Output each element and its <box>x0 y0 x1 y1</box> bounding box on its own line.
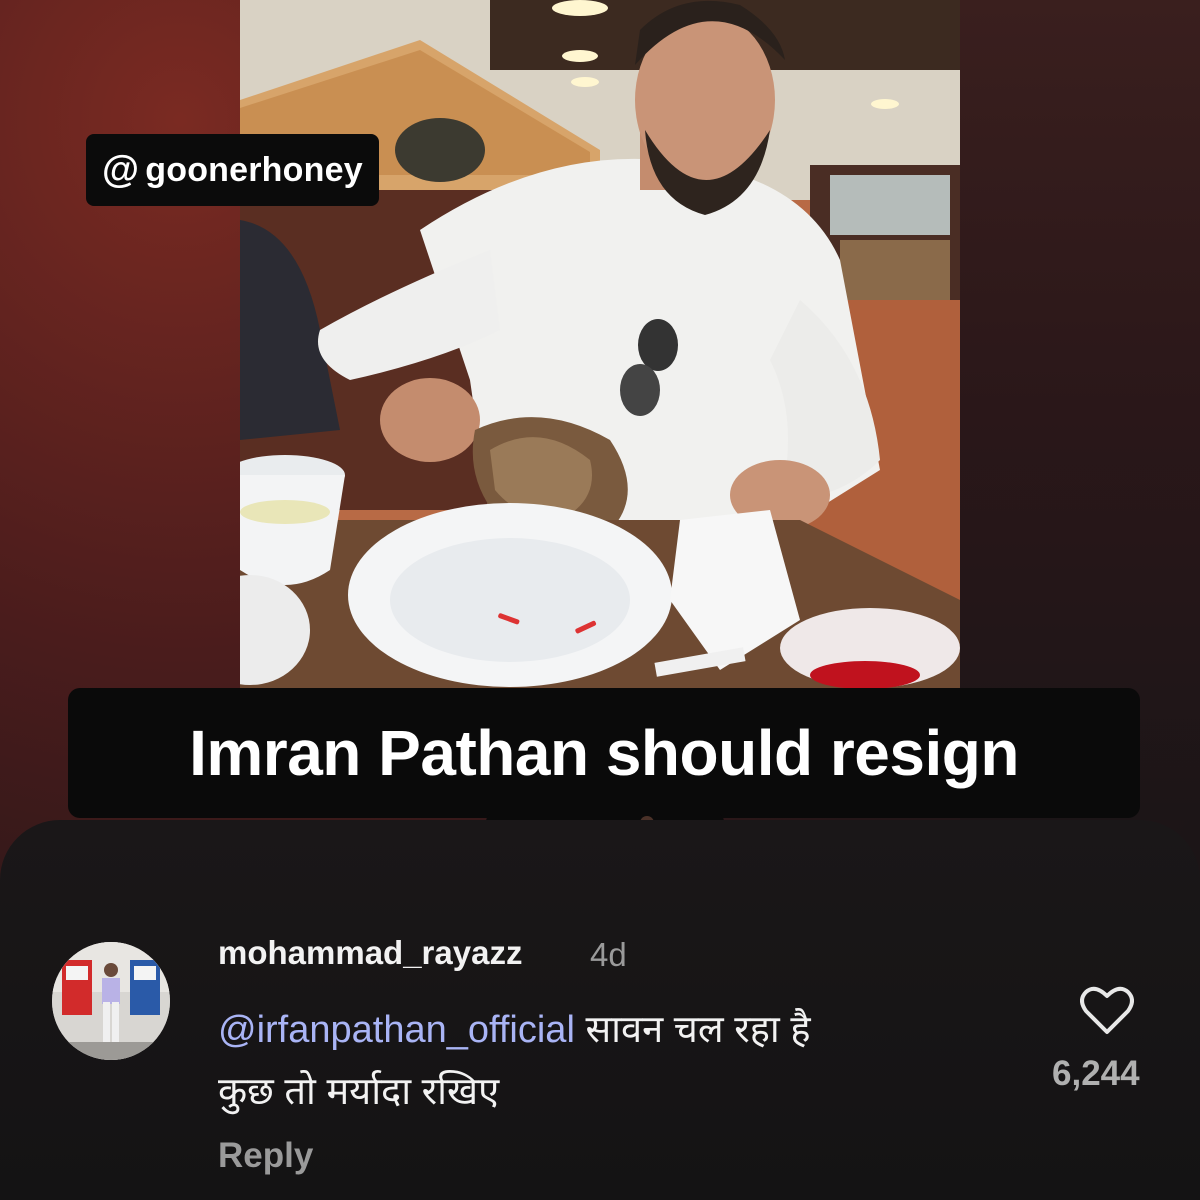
comment-text-line1: @irfanpathan_official सावन चल रहा है <box>218 1002 811 1054</box>
like-count: 6,244 <box>1052 1054 1140 1093</box>
reply-button[interactable]: Reply <box>218 1136 313 1176</box>
watermark-badge: @ goonerhoney <box>86 134 379 206</box>
comment-text: सावन चल रहा है <box>585 1009 811 1051</box>
threads-icon: @ <box>102 149 140 191</box>
comment-text-line2: कुछ तो मर्यादा रखिए <box>218 1071 500 1113</box>
comment-username[interactable]: mohammad_rayazz <box>218 934 522 972</box>
mention-link[interactable]: @irfanpathan_official <box>218 1009 575 1051</box>
comment-time: 4d <box>590 936 627 973</box>
heart-icon[interactable] <box>1080 986 1134 1036</box>
caption-text: Imran Pathan should resign <box>189 717 1019 789</box>
avatar[interactable] <box>52 942 170 1060</box>
watermark-handle: goonerhoney <box>145 150 363 189</box>
threads-mention-icon: @ <box>218 1009 257 1051</box>
post-photo[interactable] <box>240 0 960 688</box>
